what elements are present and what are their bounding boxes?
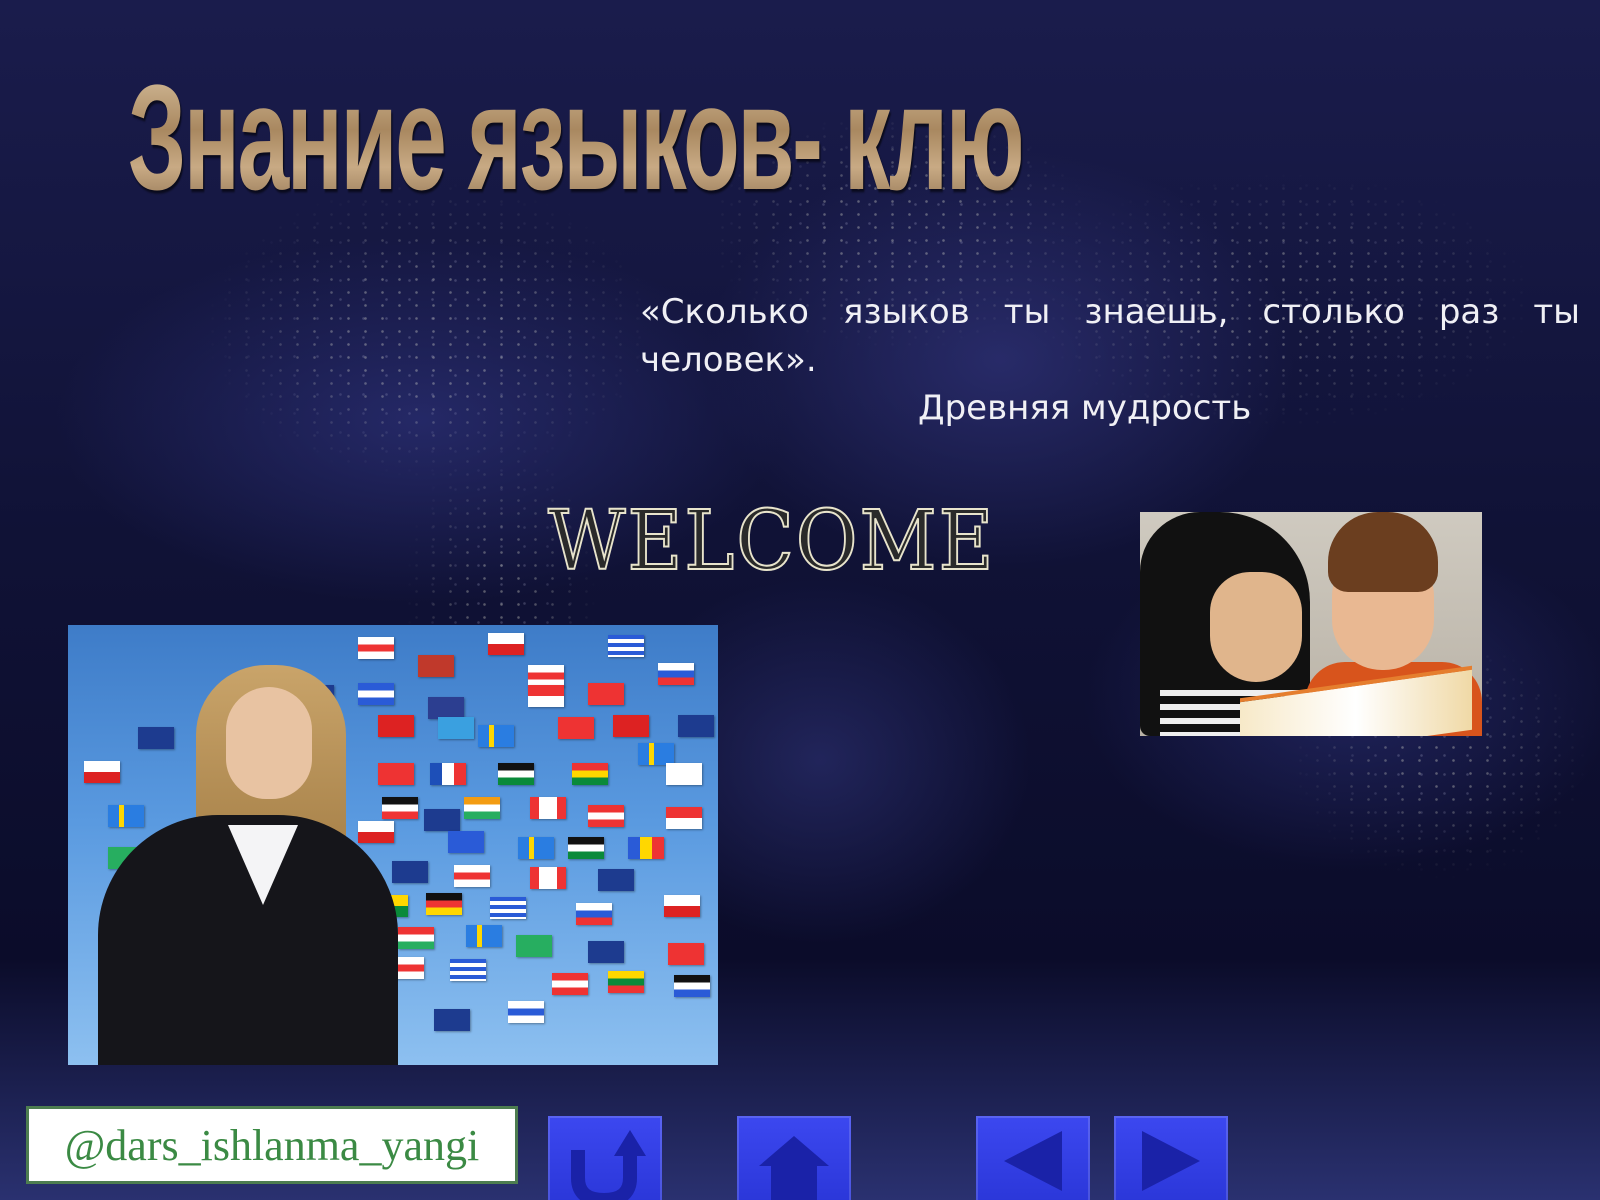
flag (454, 865, 490, 887)
flag (552, 973, 588, 995)
flag (430, 763, 466, 785)
flag (588, 683, 624, 705)
girl-face (1210, 572, 1302, 682)
woman-face (226, 687, 312, 799)
flag (530, 867, 566, 889)
flag (530, 797, 566, 819)
flag (608, 635, 644, 657)
flag (466, 925, 502, 947)
flag (84, 761, 120, 783)
slide-title: Знание языков- ключ к успеху (128, 53, 1461, 221)
flag (518, 837, 554, 859)
flag (478, 725, 514, 747)
flag (572, 763, 608, 785)
flag (588, 805, 624, 827)
quote-block: «Сколько языков ты знаешь, столько раз т… (640, 288, 1580, 432)
flag (588, 941, 624, 963)
flag (424, 809, 460, 831)
slide: Знание языков- ключ к успеху «Сколько яз… (0, 0, 1600, 1200)
flag (378, 763, 414, 785)
flag (628, 837, 664, 859)
flag (608, 971, 644, 993)
watermark-box: @dars_ishlanma_yangi (26, 1106, 518, 1184)
flag (490, 897, 526, 919)
triangle-right-icon (1142, 1131, 1200, 1191)
flag (508, 1001, 544, 1023)
flag (378, 715, 414, 737)
flag (448, 831, 484, 853)
flag (516, 935, 552, 957)
flag (528, 665, 564, 687)
return-button[interactable] (548, 1116, 662, 1200)
flag (358, 683, 394, 705)
next-slide-button[interactable] (1114, 1116, 1228, 1200)
flag (666, 807, 702, 829)
flag (666, 763, 702, 785)
flag (426, 893, 462, 915)
flag (668, 943, 704, 965)
return-arrow-icon (571, 1130, 646, 1200)
flag (576, 903, 612, 925)
flag (498, 763, 534, 785)
flag (428, 697, 464, 719)
flag (434, 1009, 470, 1031)
flag (418, 655, 454, 677)
watermark-text: @dars_ishlanma_yangi (64, 1120, 480, 1170)
flag (358, 637, 394, 659)
flag (568, 837, 604, 859)
flag (613, 715, 649, 737)
flag (674, 975, 710, 997)
flag (438, 717, 474, 739)
children-reading-photo (1140, 512, 1482, 736)
welcome-wordart: WELCOME (547, 494, 996, 589)
flag (638, 743, 674, 765)
flag (488, 633, 524, 655)
quote-author: Древняя мудрость (918, 388, 1252, 428)
flag (658, 663, 694, 685)
woman-with-flags-photo (68, 625, 718, 1065)
flag (398, 927, 434, 949)
flag (392, 861, 428, 883)
flag (358, 821, 394, 843)
home-icon (759, 1136, 829, 1200)
flag (138, 727, 174, 749)
flag (382, 797, 418, 819)
flag (464, 797, 500, 819)
flag (678, 715, 714, 737)
quote-text: «Сколько языков ты знаешь, столько раз т… (640, 292, 1580, 380)
flag (450, 959, 486, 981)
home-button[interactable] (737, 1116, 851, 1200)
flag (108, 805, 144, 827)
triangle-left-icon (1004, 1131, 1062, 1191)
flag (598, 869, 634, 891)
previous-slide-button[interactable] (976, 1116, 1090, 1200)
flag (664, 895, 700, 917)
flag (528, 685, 564, 707)
flag (558, 717, 594, 739)
boy-hair (1328, 512, 1438, 592)
